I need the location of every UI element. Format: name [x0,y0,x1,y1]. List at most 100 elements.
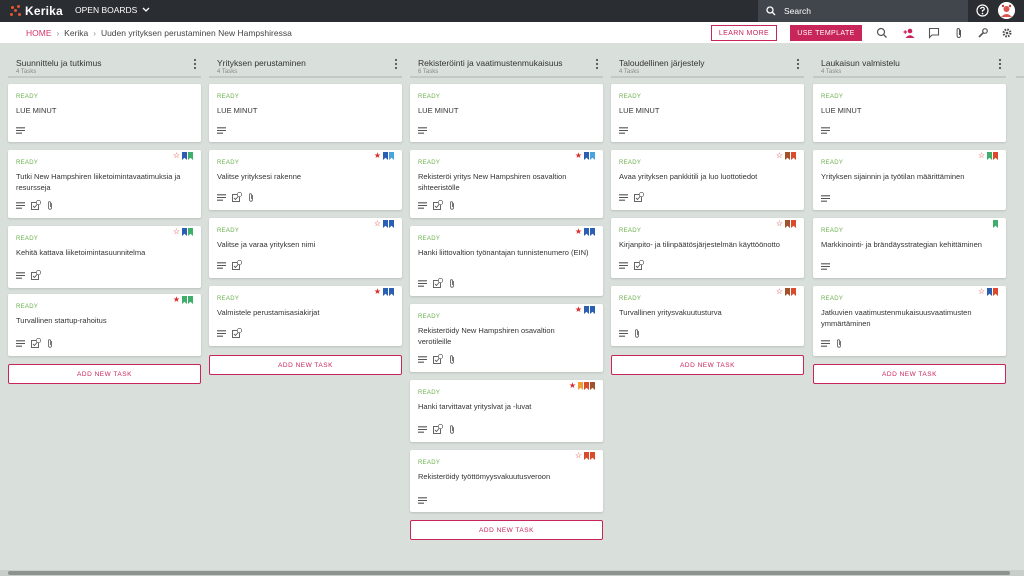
breadcrumb-org[interactable]: Kerika [64,28,88,38]
task-card[interactable]: ☆ READY Valitse ja varaa yrityksen nimi [209,218,402,278]
checklist-icon [232,328,242,338]
add-new-task-button[interactable]: ADD NEW TASK [813,364,1006,384]
tag-flag-icon [590,452,595,460]
task-card[interactable]: ☆ READY Kehitä kattava liiketoimintasuun… [8,226,201,288]
horizontal-scrollbar[interactable] [0,570,1024,576]
attachment-icon [836,339,842,348]
task-card[interactable]: ★ READY Rekisteröi yritys New Hampshiren… [410,150,603,218]
attachment-icon [449,424,455,434]
task-title: Valitse yrityksesi rakenne [217,172,302,181]
task-card[interactable]: ☆ READY Kirjanpito- ja tilinpäätösjärjes… [611,218,804,278]
more-vertical-icon[interactable] [595,58,599,70]
priority-star-icon[interactable]: ☆ [776,152,783,160]
use-template-button[interactable]: USE TEMPLATE [790,25,862,41]
task-title: Turvallinen startup-rahoitus [16,316,107,325]
priority-star-icon[interactable]: ☆ [173,152,180,160]
more-vertical-icon[interactable] [796,58,800,70]
priority-star-icon[interactable]: ★ [173,296,180,304]
card-icon-row [418,424,455,434]
description-icon [821,263,830,270]
user-avatar[interactable] [998,2,1015,19]
tag-flag-icon [791,152,796,160]
description-icon [16,127,25,134]
checklist-icon [31,200,41,210]
tag-flag-icon [584,306,589,314]
column-header[interactable]: Laukaisun valmistelu 4 Tasks [813,52,1006,78]
task-title: Valmistele perustamisasiakirjat [217,308,320,317]
task-status: READY [418,94,441,100]
help-icon[interactable] [976,4,989,17]
column-task-count: 6 Tasks [418,69,439,75]
priority-star-icon[interactable]: ☆ [575,452,582,460]
priority-star-icon[interactable]: ☆ [776,288,783,296]
learn-more-button[interactable]: LEARN MORE [711,25,777,41]
priority-star-icon[interactable]: ☆ [978,288,985,296]
chevron-down-icon [142,6,150,15]
scrollbar-thumb[interactable] [8,571,1010,575]
card-icon-row [418,278,455,288]
breadcrumb-home[interactable]: HOME [26,28,52,38]
column-header[interactable]: Suunnittelu ja tutkimus 4 Tasks [8,52,201,78]
more-vertical-icon[interactable] [394,58,398,70]
task-card[interactable]: ★ READY Valitse yrityksesi rakenne [209,150,402,210]
card-icon-row [217,328,242,338]
card-icon-row [217,260,242,270]
tag-flag-icon [791,220,796,228]
card-tags: ★ [575,228,595,236]
task-title: LUE MINUT [418,106,459,115]
priority-star-icon[interactable]: ☆ [173,228,180,236]
tag-flag-icon [578,382,583,390]
priority-star-icon[interactable]: ★ [575,152,582,160]
task-card[interactable]: ☆ READY Jatkuvien vaatimustenmukaisuusva… [813,286,1006,356]
more-vertical-icon[interactable] [998,58,1002,70]
priority-star-icon[interactable]: ★ [374,288,381,296]
task-card[interactable]: READY LUE MINUT [8,84,201,142]
task-card[interactable]: READY LUE MINUT [410,84,603,142]
priority-star-icon[interactable]: ★ [575,228,582,236]
card-icon-row [418,200,455,210]
task-card[interactable]: ★ READY Valmistele perustamisasiakirjat [209,286,402,346]
task-card[interactable]: READY LUE MINUT [611,84,804,142]
checklist-icon [433,200,443,210]
kerika-logo[interactable]: Kerika [10,3,63,19]
task-card[interactable]: ☆ READY Yrityksen sijainnin ja työtilan … [813,150,1006,210]
add-new-task-button[interactable]: ADD NEW TASK [8,364,201,384]
priority-star-icon[interactable]: ★ [374,152,381,160]
task-card[interactable]: ★ READY Hanki liittovaltion työnantajan … [410,226,603,296]
priority-star-icon[interactable]: ☆ [776,220,783,228]
wrench-icon[interactable] [977,27,989,39]
task-card[interactable]: ☆ READY Tutki New Hampshiren liiketoimin… [8,150,201,218]
task-card[interactable]: ☆ READY Rekisteröidy työttömyysvakuutusv… [410,450,603,512]
search-input[interactable]: Search [758,0,968,22]
gear-icon[interactable] [1001,27,1013,39]
task-card[interactable]: READY Markkinointi- ja brändäysstrategia… [813,218,1006,278]
attachment-icon[interactable] [953,27,965,39]
task-title: Avaa yrityksen pankkitili ja luo luottot… [619,172,758,181]
column-header[interactable]: Rekisteröinti ja vaatimustenmukaisuus 6 … [410,52,603,78]
add-new-task-button[interactable]: ADD NEW TASK [611,355,804,375]
priority-star-icon[interactable]: ☆ [374,220,381,228]
open-boards-menu[interactable]: OPEN BOARDS [75,5,150,15]
more-vertical-icon[interactable] [193,58,197,70]
task-card[interactable]: READY LUE MINUT [813,84,1006,142]
task-card[interactable]: ☆ READY Turvallinen yritysvakuutusturva [611,286,804,346]
column-header[interactable]: Yrityksen perustaminen 4 Tasks [209,52,402,78]
task-card[interactable]: ★ READY Turvallinen startup-rahoitus [8,294,201,356]
add-person-icon[interactable] [903,27,915,39]
priority-star-icon[interactable]: ★ [575,306,582,314]
task-card[interactable]: READY LUE MINUT [209,84,402,142]
card-tags: ★ [374,152,394,160]
card-tags: ☆ [374,220,394,228]
add-new-task-button[interactable]: ADD NEW TASK [209,355,402,375]
tag-flag-icon [182,296,187,304]
task-card[interactable]: ★ READY Rekisteröidy New Hampshiren osav… [410,304,603,372]
task-status: READY [619,228,642,234]
priority-star-icon[interactable]: ★ [569,382,576,390]
task-card[interactable]: ★ READY Hanki tarvittavat yrityslvat ja … [410,380,603,442]
priority-star-icon[interactable]: ☆ [978,152,985,160]
search-icon[interactable] [876,27,888,39]
task-card[interactable]: ☆ READY Avaa yrityksen pankkitili ja luo… [611,150,804,210]
column-header[interactable]: Taloudellinen järjestely 4 Tasks [611,52,804,78]
add-new-task-button[interactable]: ADD NEW TASK [410,520,603,540]
chat-icon[interactable] [928,27,940,39]
